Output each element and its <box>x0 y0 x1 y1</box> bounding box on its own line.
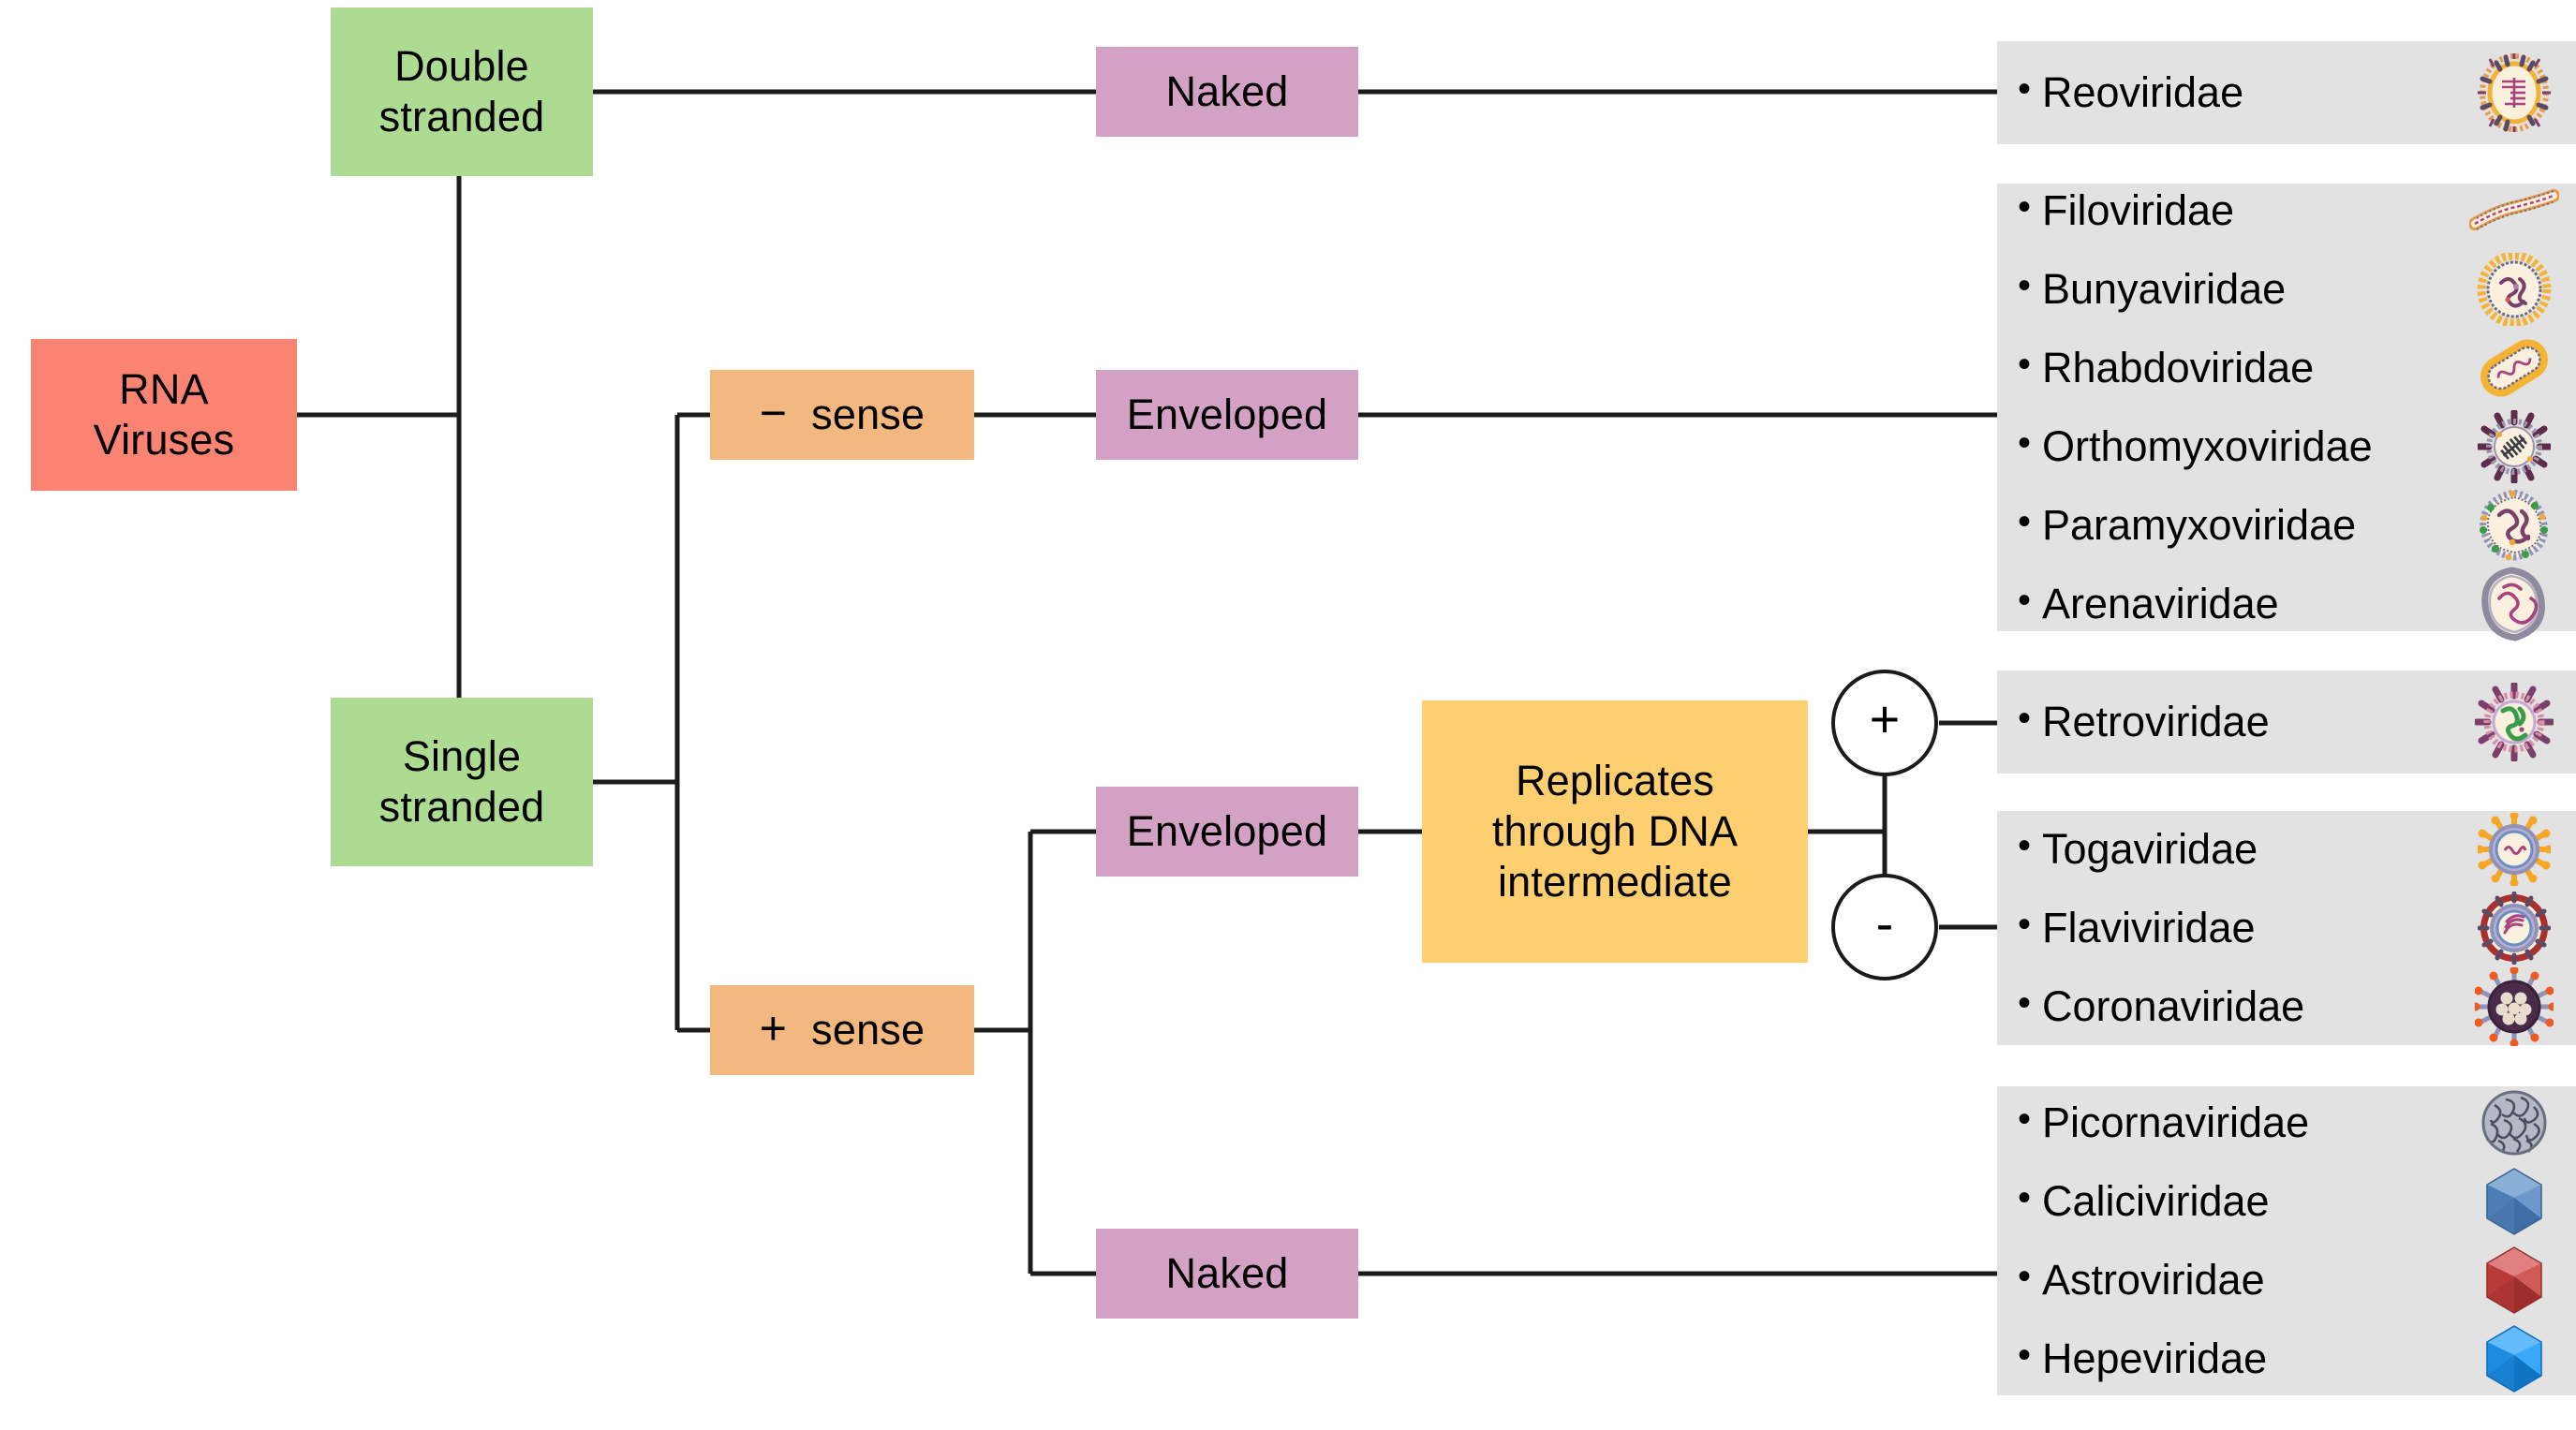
bullet-icon: • <box>2018 580 2032 621</box>
bullet-icon: • <box>2018 1334 2032 1376</box>
node-naked-dsrna[interactable]: Naked <box>1096 47 1358 137</box>
retroviridae-icon <box>2469 683 2559 761</box>
bullet-icon: • <box>2018 68 2032 110</box>
flaviviridae-icon <box>2469 889 2559 967</box>
diagram-canvas: RNA Viruses Double stranded Single stran… <box>0 0 2576 1430</box>
bullet-icon: • <box>2018 698 2032 739</box>
list-item[interactable]: • Paramyxoviridae <box>2018 486 2576 565</box>
node-replicates-through-dna-intermediate[interactable]: Replicates through DNA intermediate <box>1422 700 1808 963</box>
list-item[interactable]: • Arenaviridae <box>2018 565 2576 643</box>
list-item[interactable]: • Reoviridae <box>2018 41 2576 144</box>
bullet-icon: • <box>2018 982 2032 1024</box>
panel-dsrna-naked-families: • Reoviridae <box>1997 41 2576 144</box>
list-item[interactable]: • Astroviridae <box>2018 1241 2576 1319</box>
list-item[interactable]: • Retroviridae <box>2018 671 2576 774</box>
caliciviridae-icon <box>2469 1162 2559 1241</box>
panel-negsense-enveloped-families: • Filoviridae • Bunyaviridae • Rhabdovir… <box>1997 184 2576 641</box>
list-item[interactable]: • Rhabdoviridae <box>2018 329 2576 407</box>
orthomyxoviridae-icon <box>2469 407 2559 486</box>
list-item[interactable]: • Coronaviridae <box>2018 967 2576 1046</box>
bullet-icon: • <box>2018 1177 2032 1218</box>
node-rna-viruses[interactable]: RNA Viruses <box>31 339 297 491</box>
virus-family-name: Orthomyxoviridae <box>2042 422 2373 470</box>
virus-family-name: Bunyaviridae <box>2042 265 2287 313</box>
reoviridae-icon <box>2469 53 2559 132</box>
node-naked-positive-sense[interactable]: Naked <box>1096 1229 1358 1319</box>
virus-family-name: Filoviridae <box>2042 186 2235 234</box>
virus-family-name: Arenaviridae <box>2042 580 2279 627</box>
list-item[interactable]: • Orthomyxoviridae <box>2018 407 2576 486</box>
bullet-icon: • <box>2018 1098 2032 1140</box>
paramyxoviridae-icon <box>2469 486 2559 565</box>
panel-possense-naked-families: • Picornaviridae • Caliciviridae • Astro… <box>1997 1086 2576 1395</box>
plus-sign-icon: + <box>1869 689 1901 748</box>
node-enveloped-negative-sense[interactable]: Enveloped <box>1096 370 1358 460</box>
picornaviridae-icon <box>2469 1084 2559 1162</box>
virus-family-name: Astroviridae <box>2042 1256 2265 1304</box>
virus-family-name: Hepeviridae <box>2042 1334 2268 1382</box>
panel-retroviridae-family: • Retroviridae <box>1997 671 2576 774</box>
bullet-icon: • <box>2018 344 2032 385</box>
rhabdoviridae-icon <box>2469 329 2559 407</box>
panel-possense-enveloped-families: • Togaviridae • Flaviviridae • Coronavir… <box>1997 810 2576 1046</box>
arenaviridae-icon <box>2469 565 2559 643</box>
list-item[interactable]: • Picornaviridae <box>2018 1084 2576 1162</box>
bullet-icon: • <box>2018 422 2032 464</box>
list-item[interactable]: • Flaviviridae <box>2018 889 2576 967</box>
minus-sign-icon: − <box>759 387 788 439</box>
bullet-icon: • <box>2018 1256 2032 1297</box>
minus-sign-icon: - <box>1875 893 1894 952</box>
virus-family-name: Flaviviridae <box>2042 904 2256 951</box>
bunyaviridae-icon <box>2469 250 2559 329</box>
positive-sense-label: sense <box>811 1006 925 1054</box>
astroviridae-icon <box>2469 1241 2559 1319</box>
node-double-stranded[interactable]: Double stranded <box>331 7 593 176</box>
plus-sign-icon: + <box>759 1002 788 1054</box>
bullet-icon: • <box>2018 904 2032 945</box>
list-item[interactable]: • Bunyaviridae <box>2018 250 2576 329</box>
virus-family-name: Retroviridae <box>2042 698 2270 745</box>
bullet-icon: • <box>2018 501 2032 542</box>
list-item[interactable]: • Filoviridae <box>2018 171 2576 250</box>
node-enveloped-positive-sense[interactable]: Enveloped <box>1096 787 1358 877</box>
filoviridae-icon <box>2469 171 2559 250</box>
node-minus-strand-circle[interactable]: - <box>1831 874 1938 980</box>
bullet-icon: • <box>2018 825 2032 866</box>
bullet-icon: • <box>2018 186 2032 228</box>
togaviridae-icon <box>2469 810 2559 889</box>
virus-family-name: Coronaviridae <box>2042 982 2305 1030</box>
virus-family-name: Caliciviridae <box>2042 1177 2270 1225</box>
node-plus-strand-circle[interactable]: + <box>1831 670 1938 776</box>
list-item[interactable]: • Caliciviridae <box>2018 1162 2576 1241</box>
virus-family-name: Rhabdoviridae <box>2042 344 2315 391</box>
list-item[interactable]: • Hepeviridae <box>2018 1319 2576 1398</box>
node-single-stranded[interactable]: Single stranded <box>331 698 593 866</box>
virus-family-name: Picornaviridae <box>2042 1098 2310 1146</box>
node-negative-sense[interactable]: − sense <box>710 370 974 460</box>
bullet-icon: • <box>2018 265 2032 306</box>
virus-family-name: Paramyxoviridae <box>2042 501 2357 549</box>
negative-sense-label: sense <box>811 391 925 438</box>
node-positive-sense[interactable]: + sense <box>710 985 974 1075</box>
coronaviridae-icon <box>2469 967 2559 1046</box>
virus-family-name: Reoviridae <box>2042 68 2244 116</box>
virus-family-name: Togaviridae <box>2042 825 2258 873</box>
list-item[interactable]: • Togaviridae <box>2018 810 2576 889</box>
hepeviridae-icon <box>2469 1319 2559 1398</box>
